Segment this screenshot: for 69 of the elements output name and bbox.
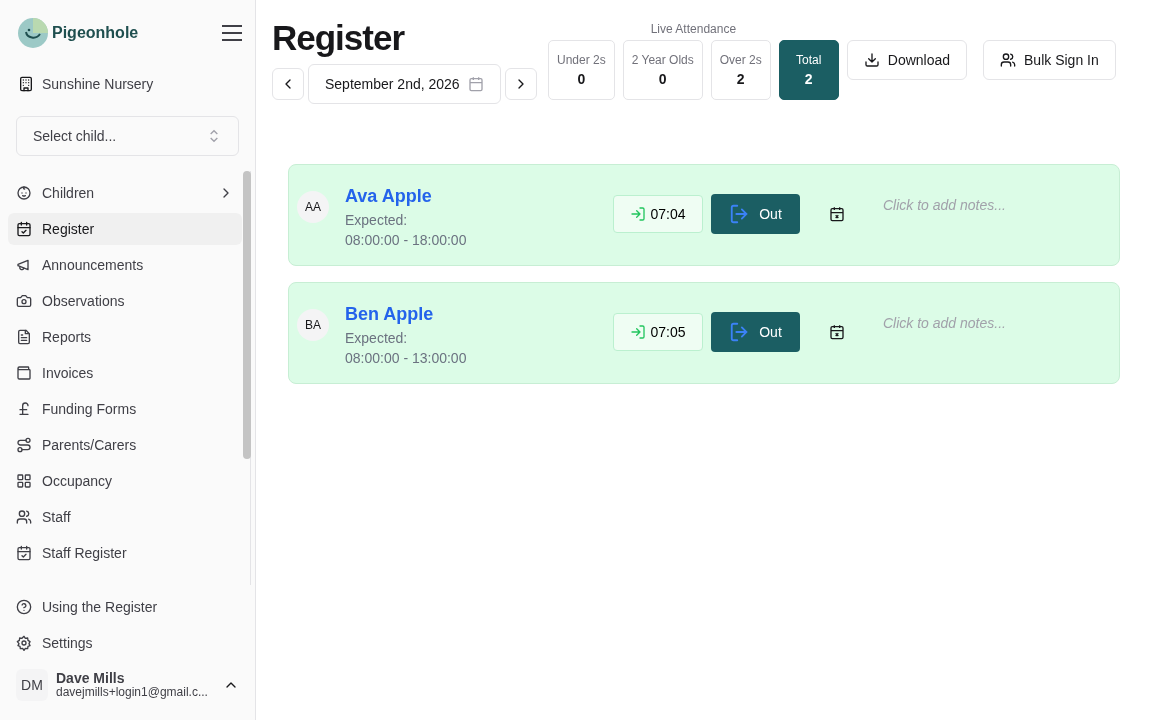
calendar-x-icon (829, 206, 845, 222)
sign-out-button[interactable]: Out (711, 312, 800, 352)
users-icon (16, 509, 32, 525)
child-name[interactable]: Ava Apple (345, 182, 432, 210)
pound-icon (16, 401, 32, 417)
settings-icon (16, 635, 32, 651)
expected-label: Expected: (345, 328, 409, 348)
scrollbar[interactable] (243, 171, 251, 459)
nav-item[interactable]: Reports (8, 321, 242, 353)
attendance-label: Live Attendance (649, 21, 738, 38)
camera-icon (16, 293, 32, 309)
download-icon (863, 52, 880, 68)
route-icon (16, 437, 32, 453)
calendar-x-icon (829, 324, 845, 340)
child-avatar: BA (297, 309, 329, 341)
sign-in-icon (630, 206, 647, 222)
grid-icon (16, 473, 32, 489)
nav-item[interactable]: Children (8, 177, 242, 209)
nav-item[interactable]: Announcements (8, 249, 242, 281)
previous-day-button[interactable] (272, 68, 304, 100)
help-icon (16, 599, 32, 615)
download-button[interactable]: Download (846, 40, 968, 80)
signed-in-time[interactable]: 07:05 (613, 313, 703, 351)
child-avatar: AA (297, 191, 329, 223)
calendar-check-icon (16, 545, 32, 561)
absence-button[interactable] (829, 206, 845, 222)
absence-button[interactable] (829, 324, 845, 340)
users-icon (1000, 52, 1017, 68)
menu-icon (221, 23, 243, 42)
nav-item[interactable]: Funding Forms (8, 393, 242, 425)
nav-item[interactable]: Staff Register (8, 537, 242, 569)
brand-name: Pigeonhole (52, 22, 139, 43)
building-icon (18, 76, 34, 92)
nav-item[interactable]: Using the Register (8, 591, 247, 623)
nav-item[interactable]: Occupancy (8, 465, 242, 497)
page-title: Register (272, 19, 406, 55)
nav-item[interactable]: Staff (8, 501, 242, 533)
calendar-check-icon (16, 221, 32, 237)
logo-icon (18, 17, 48, 48)
menu-button[interactable] (221, 23, 243, 42)
nav-item[interactable]: Register (8, 213, 242, 245)
expected-times: 08:00:00 - 13:00:00 (345, 348, 468, 368)
sign-out-button[interactable]: Out (711, 194, 800, 234)
nav-item[interactable]: Observations (8, 285, 242, 317)
attendance-stat: Total 2 (778, 40, 839, 100)
attendance-stat: Over 2s 2 (710, 40, 771, 100)
megaphone-icon (16, 257, 32, 273)
bulk-sign-in-button[interactable]: Bulk Sign In (983, 40, 1116, 80)
attendance-stat: 2 Year Olds 0 (622, 40, 703, 100)
child-name[interactable]: Ben Apple (345, 300, 434, 328)
next-day-button[interactable] (504, 68, 537, 100)
signed-in-time[interactable]: 07:04 (613, 195, 703, 233)
expected-times: 08:00:00 - 18:00:00 (345, 230, 468, 250)
calendar-icon (467, 76, 484, 92)
user-avatar: DM (16, 669, 48, 701)
date-picker[interactable]: September 2nd, 2026 (308, 64, 501, 104)
nav-item[interactable]: Invoices (8, 357, 242, 389)
nursery-name: Sunshine Nursery (42, 74, 154, 94)
sign-in-icon (630, 324, 647, 340)
attendance-stat: Under 2s 0 (548, 40, 615, 100)
document-icon (16, 329, 32, 345)
expected-label: Expected: (345, 210, 409, 230)
wallet-icon (16, 365, 32, 381)
nav-item[interactable]: Settings (8, 627, 247, 659)
face-icon (16, 185, 32, 201)
child-select[interactable]: Select child... (16, 116, 239, 156)
user-name: Dave Mills (56, 670, 126, 687)
user-email: davejmills+login1@gmail.c... (56, 686, 209, 700)
nav-item[interactable]: Parents/Carers (8, 429, 242, 461)
